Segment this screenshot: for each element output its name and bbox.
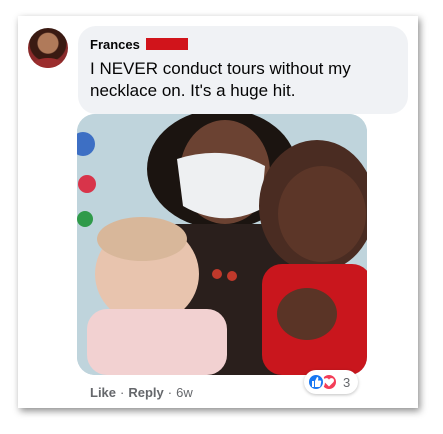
reactions-badge[interactable]: 3: [304, 370, 359, 394]
necklace-bead: [227, 271, 237, 281]
comment-text: I NEVER conduct tours without my necklac…: [90, 59, 351, 100]
like-link[interactable]: Like: [90, 385, 116, 400]
avatar[interactable]: [28, 28, 68, 68]
baby-left-outfit: [87, 309, 227, 375]
wall-dot-red: [78, 175, 96, 193]
comment-time[interactable]: 6w: [176, 385, 193, 400]
separator: ·: [120, 384, 125, 400]
reply-link[interactable]: Reply: [128, 385, 163, 400]
face-mask: [177, 152, 265, 219]
avatar-shoulders: [32, 58, 64, 68]
baby-right-hand: [277, 288, 337, 340]
baby-left-hair: [97, 217, 187, 261]
wall-dot-green: [77, 211, 93, 227]
author-name[interactable]: Frances: [90, 37, 140, 52]
redaction-bar: [145, 38, 188, 50]
like-icon: [307, 373, 325, 391]
comment-card: Frances I NEVER conduct tours without my…: [18, 16, 418, 408]
baby-right-face: [278, 166, 366, 262]
comment-actions: Like · Reply · 6w: [90, 384, 193, 400]
separator: ·: [167, 384, 173, 400]
necklace-bead: [212, 269, 222, 279]
comment-bubble: Frances I NEVER conduct tours without my…: [78, 26, 408, 114]
comment-photo[interactable]: [77, 114, 367, 375]
reaction-count: 3: [343, 374, 351, 390]
photo-illustration: [77, 114, 367, 375]
author-row: Frances: [90, 36, 396, 52]
